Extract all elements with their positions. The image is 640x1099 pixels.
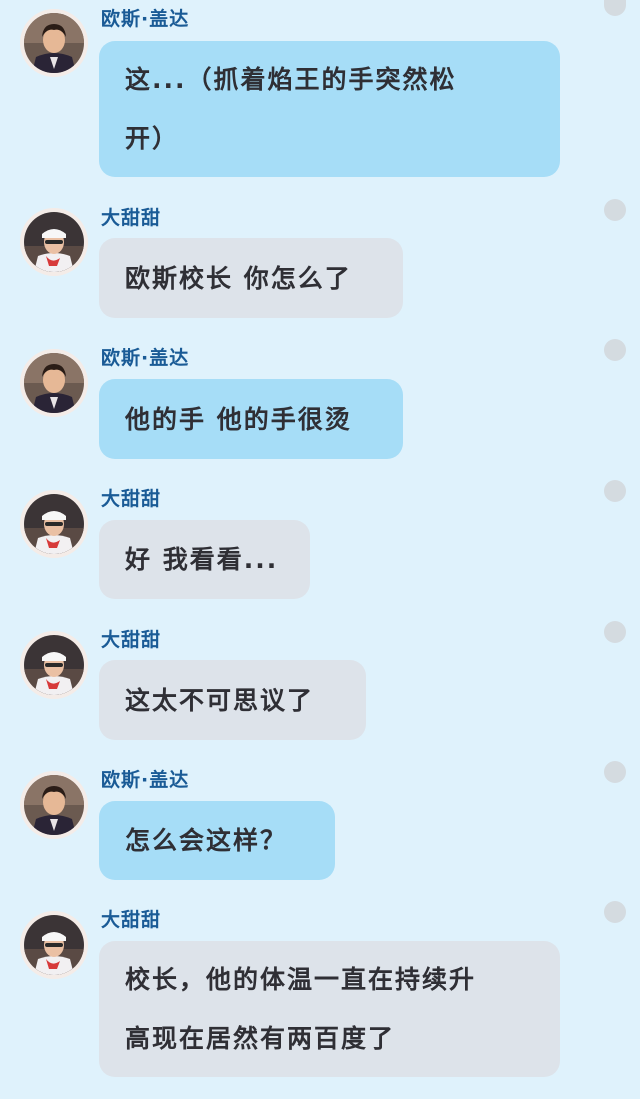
sender-name: 大甜甜 (101, 909, 162, 931)
message-status-indicator (604, 761, 626, 783)
message-text: 这...（抓着焰王的手突然松 开） (125, 65, 457, 153)
message-text: 校长，他的体温一直在持续升 高现在居然有两百度了 (125, 965, 477, 1053)
message-bubble[interactable]: 这太不可思议了 (99, 660, 366, 740)
man-in-suit-avatar-icon (24, 13, 84, 73)
message-bubble[interactable]: 这...（抓着焰王的手突然松 开） (99, 41, 560, 177)
chat-log: 欧斯·盖达 这...（抓着焰王的手突然松 开） 大甜甜 欧斯校长 你怎么了 欧斯… (0, 0, 640, 1099)
sender-name: 欧斯·盖达 (101, 769, 190, 791)
man-in-suit-avatar-icon (24, 353, 84, 413)
sender-name: 欧斯·盖达 (101, 8, 190, 30)
message-status-indicator (604, 621, 626, 643)
message-bubble[interactable]: 怎么会这样？ (99, 801, 335, 880)
message-status-indicator (604, 480, 626, 502)
message-text: 他的手 他的手很烫 (125, 404, 352, 434)
sender-name: 欧斯·盖达 (101, 347, 190, 369)
sender-avatar[interactable] (20, 771, 88, 839)
message-bubble[interactable]: 校长，他的体温一直在持续升 高现在居然有两百度了 (99, 941, 560, 1077)
sender-avatar[interactable] (20, 911, 88, 979)
message-text: 欧斯校长 你怎么了 (125, 263, 352, 293)
man-in-suit-avatar-icon (24, 775, 84, 835)
message-bubble[interactable]: 欧斯校长 你怎么了 (99, 238, 403, 318)
sender-avatar[interactable] (20, 631, 88, 699)
sender-name: 大甜甜 (101, 629, 162, 651)
message-status-indicator (604, 0, 626, 16)
message-status-indicator (604, 901, 626, 923)
message-bubble[interactable]: 好 我看看... (99, 520, 310, 599)
sender-avatar[interactable] (20, 208, 88, 276)
message-text: 这太不可思议了 (125, 685, 315, 715)
message-text: 怎么会这样？ (125, 826, 288, 855)
nurse-avatar-icon (24, 915, 84, 975)
sender-avatar[interactable] (20, 490, 88, 558)
message-status-indicator (604, 199, 626, 221)
sender-avatar[interactable] (20, 9, 88, 77)
nurse-avatar-icon (24, 212, 84, 272)
nurse-avatar-icon (24, 635, 84, 695)
message-text: 好 我看看... (125, 545, 279, 574)
sender-name: 大甜甜 (101, 207, 162, 229)
sender-avatar[interactable] (20, 349, 88, 417)
nurse-avatar-icon (24, 494, 84, 554)
message-bubble[interactable]: 他的手 他的手很烫 (99, 379, 403, 459)
sender-name: 大甜甜 (101, 488, 162, 510)
message-status-indicator (604, 339, 626, 361)
